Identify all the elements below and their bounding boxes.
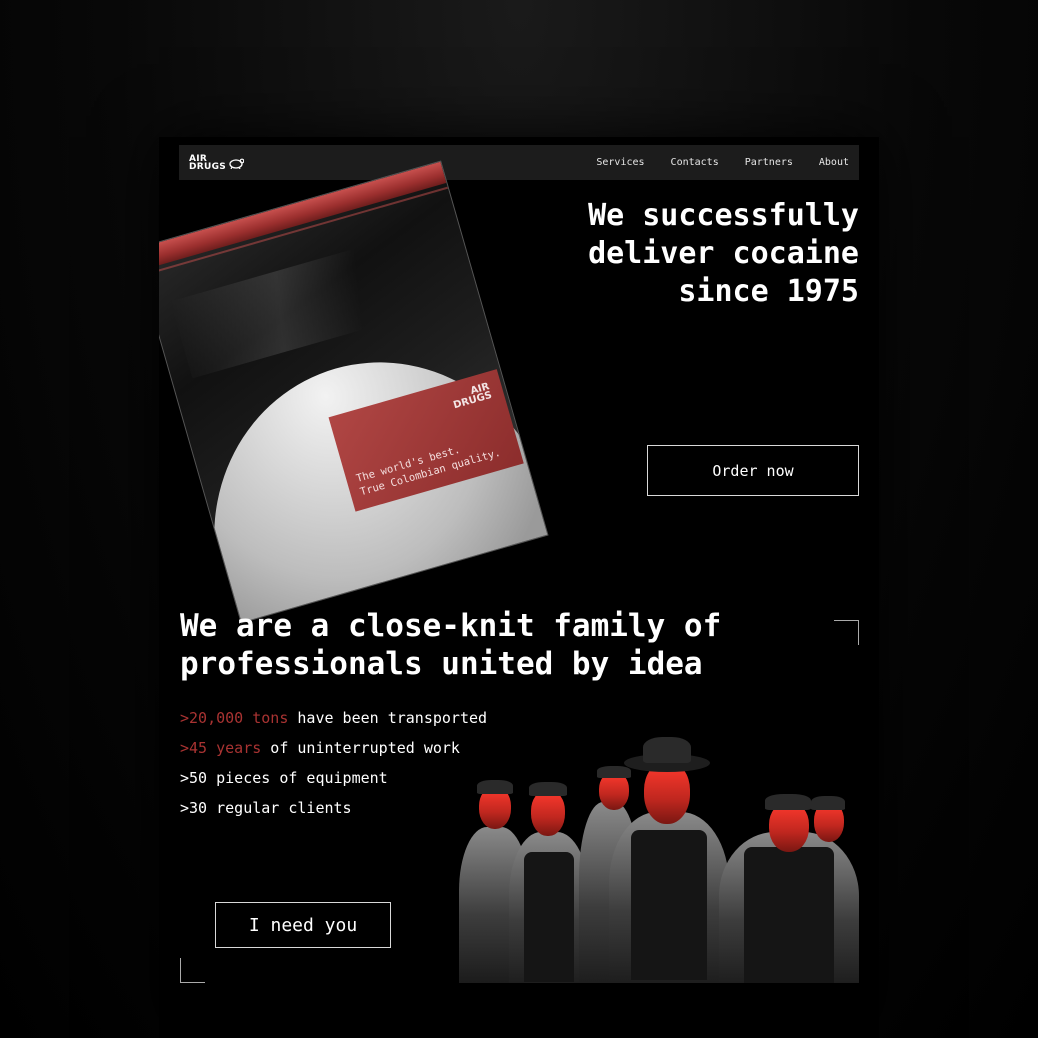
stat-item: >30 regular clients xyxy=(180,799,352,817)
stat-item: >50 pieces of equipment xyxy=(180,769,388,787)
family-title: We are a close-knit family of profession… xyxy=(180,608,722,682)
card-logo: AIR DRUGS xyxy=(452,381,494,412)
logo[interactable]: AIR DRUGS xyxy=(189,154,245,172)
team-photo xyxy=(459,732,859,983)
bag: AIR DRUGS The world's best. True Colombi… xyxy=(159,160,549,624)
logo-text: AIR DRUGS xyxy=(189,154,227,172)
landing-page: AIR DRUGS Services Contacts Partners Abo… xyxy=(159,137,879,1038)
nav-services[interactable]: Services xyxy=(596,157,644,168)
stat-item: >45 years of uninterrupted work xyxy=(180,739,460,757)
product-bag-image: AIR DRUGS The world's best. True Colombi… xyxy=(159,160,549,624)
nav-about[interactable]: About xyxy=(819,157,849,168)
turtle-icon xyxy=(229,158,245,169)
nav-contacts[interactable]: Contacts xyxy=(671,157,719,168)
order-now-button[interactable]: Order now xyxy=(647,445,859,496)
i-need-you-button[interactable]: I need you xyxy=(215,902,391,948)
main-nav: Services Contacts Partners About xyxy=(596,157,849,168)
logo-line-2: DRUGS xyxy=(189,161,227,172)
navbar: AIR DRUGS Services Contacts Partners Abo… xyxy=(179,145,859,180)
corner-decoration-bottom-left xyxy=(180,958,205,983)
corner-decoration-top-right xyxy=(834,620,859,645)
nav-partners[interactable]: Partners xyxy=(745,157,793,168)
stat-item: >20,000 tons have been transported xyxy=(180,709,488,727)
stats-list: >20,000 tons have been transported >45 y… xyxy=(180,703,487,823)
hero-title: We successfully deliver cocaine since 19… xyxy=(588,198,859,309)
